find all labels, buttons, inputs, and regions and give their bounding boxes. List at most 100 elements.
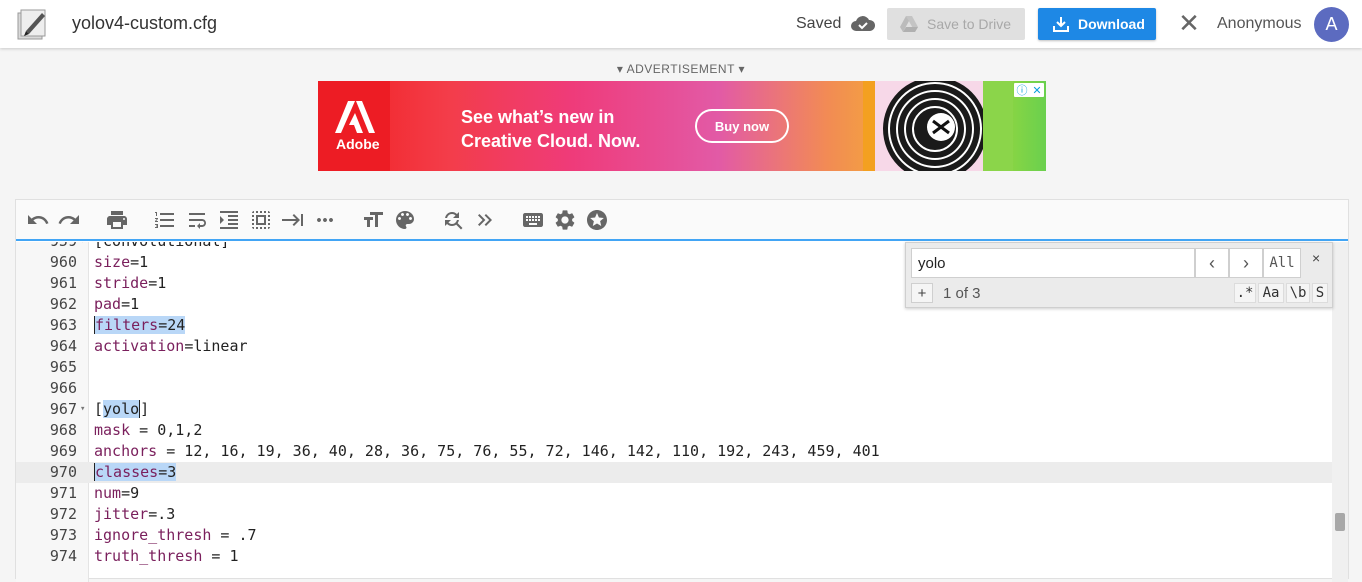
- line-text: mask = 0,1,2: [94, 420, 202, 441]
- code-token: = 0,1,2: [130, 421, 203, 439]
- search-close-button[interactable]: ×: [1312, 250, 1320, 266]
- line-text: num=9: [94, 483, 139, 504]
- close-icon[interactable]: ✕: [1178, 10, 1200, 36]
- search-match-count: 1 of 3: [943, 285, 981, 302]
- code-token: = 12, 16, 19, 36, 40, 28, 36, 75, 76, 55…: [157, 442, 880, 460]
- settings-icon[interactable]: [553, 208, 577, 232]
- ad-headline-line1: See what’s new in: [461, 107, 615, 127]
- ad-headline: See what’s new in Creative Cloud. Now.: [461, 105, 701, 153]
- code-line[interactable]: 963 filters=24: [16, 315, 1332, 336]
- save-to-drive-button[interactable]: Save to Drive: [887, 8, 1025, 40]
- scrollbar-thumb[interactable]: [1335, 513, 1345, 531]
- line-number: 970: [49, 463, 77, 481]
- search-all-button[interactable]: All: [1263, 248, 1301, 278]
- ad-buy-button[interactable]: Buy now: [695, 109, 789, 143]
- search-replace-toggle[interactable]: +: [911, 283, 933, 303]
- indent-icon[interactable]: [217, 208, 241, 232]
- code-token: ignore_thresh: [94, 526, 212, 544]
- code-token: [: [94, 400, 104, 418]
- top-bar: yolov4-custom.cfg Saved Save to Drive Do…: [0, 0, 1362, 48]
- line-number: 967: [49, 400, 77, 418]
- file-title[interactable]: yolov4-custom.cfg: [72, 13, 217, 34]
- ad-choices[interactable]: ⓘ ✕: [1014, 83, 1044, 97]
- undo-icon[interactable]: [26, 208, 50, 232]
- code-line[interactable]: 972 jitter=.3: [16, 504, 1332, 525]
- fold-arrow-icon[interactable]: ▾: [80, 242, 85, 252]
- ad-info-icon[interactable]: ⓘ: [1016, 82, 1027, 98]
- code-line[interactable]: 973 ignore_thresh = .7: [16, 525, 1332, 546]
- app-logo-icon[interactable]: [16, 7, 48, 41]
- find-replace-icon[interactable]: [441, 208, 465, 232]
- code-token: num: [94, 484, 122, 502]
- line-number: 969: [49, 442, 77, 460]
- font-size-icon[interactable]: [361, 208, 385, 232]
- line-text: truth_thresh = 1: [94, 546, 239, 567]
- avatar[interactable]: A: [1314, 7, 1349, 42]
- code-line[interactable]: 965: [16, 357, 1332, 378]
- code-token: [convolutional]: [94, 242, 229, 250]
- code-token: = .7: [211, 526, 257, 544]
- user-name[interactable]: Anonymous: [1217, 15, 1302, 33]
- code-line[interactable]: 971 num=9: [16, 483, 1332, 504]
- line-number: 974: [49, 547, 77, 565]
- code-token: =linear: [184, 337, 248, 355]
- code-token: truth_thresh: [94, 547, 203, 565]
- search-prev-button[interactable]: ‹: [1195, 248, 1229, 278]
- code-line[interactable]: 964 activation=linear: [16, 336, 1332, 357]
- chevron-left-icon: ‹: [1209, 252, 1215, 273]
- search-selection-toggle[interactable]: S: [1312, 283, 1328, 303]
- code-line[interactable]: 968 mask = 0,1,2: [16, 420, 1332, 441]
- code-line[interactable]: 970 classes=3: [16, 462, 1332, 483]
- redo-icon[interactable]: [57, 208, 81, 232]
- fold-arrow-icon[interactable]: ▾: [80, 399, 85, 420]
- ad-close-icon[interactable]: ✕: [1032, 84, 1041, 97]
- line-text: jitter=.3: [94, 504, 175, 525]
- line-text: [yolo]: [94, 399, 150, 420]
- word-wrap-icon[interactable]: [185, 208, 209, 232]
- code-line[interactable]: 966: [16, 378, 1332, 399]
- code-token: size: [94, 253, 131, 271]
- vertical-scrollbar[interactable]: [1332, 242, 1348, 582]
- code-token: =9: [121, 484, 140, 502]
- tab-icon[interactable]: [281, 208, 305, 232]
- ad-artwork: [863, 81, 1013, 171]
- download-button[interactable]: Download: [1038, 8, 1156, 40]
- code-token: ]: [139, 400, 150, 418]
- code-line[interactable]: 967 ▾ [yolo]: [16, 399, 1332, 420]
- line-text: [convolutional]: [94, 242, 229, 252]
- keyboard-icon[interactable]: [521, 208, 545, 232]
- print-icon[interactable]: [105, 208, 129, 232]
- line-numbers-icon[interactable]: [153, 208, 177, 232]
- adobe-logo-icon: [335, 101, 375, 133]
- line-text: activation=linear: [94, 336, 248, 357]
- code-token: = 1: [202, 547, 239, 565]
- run-icon[interactable]: [473, 208, 497, 232]
- line-number: 962: [49, 295, 77, 313]
- whole-word-toggle[interactable]: \b: [1286, 283, 1310, 303]
- line-text: filters=24: [94, 315, 186, 336]
- ad-headline-line2: Creative Cloud. Now.: [461, 131, 641, 151]
- line-number: 971: [49, 484, 77, 502]
- ad-banner[interactable]: Adobe See what’s new in Creative Cloud. …: [318, 81, 1046, 171]
- regex-toggle[interactable]: .*: [1234, 283, 1256, 303]
- theme-icon[interactable]: [393, 208, 417, 232]
- line-number: 961: [49, 274, 77, 292]
- star-icon[interactable]: [585, 208, 609, 232]
- search-input[interactable]: [911, 248, 1195, 278]
- line-number: 965: [49, 358, 77, 376]
- advertisement-label: ▾ ADVERTISEMENT ▾: [616, 62, 746, 76]
- code-token: pad: [94, 295, 122, 313]
- code-line[interactable]: 969 anchors = 12, 16, 19, 36, 40, 28, 36,…: [16, 441, 1332, 462]
- whitespace-icon[interactable]: [249, 208, 273, 232]
- drive-icon: [900, 16, 918, 32]
- code-line[interactable]: 974 truth_thresh = 1: [16, 546, 1332, 567]
- line-number: 959: [16, 242, 77, 252]
- search-next-button[interactable]: ›: [1229, 248, 1263, 278]
- line-number: 963: [49, 316, 77, 334]
- case-sensitive-toggle[interactable]: Aa: [1258, 283, 1284, 303]
- adobe-logo[interactable]: Adobe: [318, 81, 390, 171]
- line-text: size=1: [94, 252, 148, 273]
- more-icon[interactable]: [313, 208, 337, 232]
- line-number: 960: [49, 253, 77, 271]
- code-token: yolo: [103, 400, 140, 418]
